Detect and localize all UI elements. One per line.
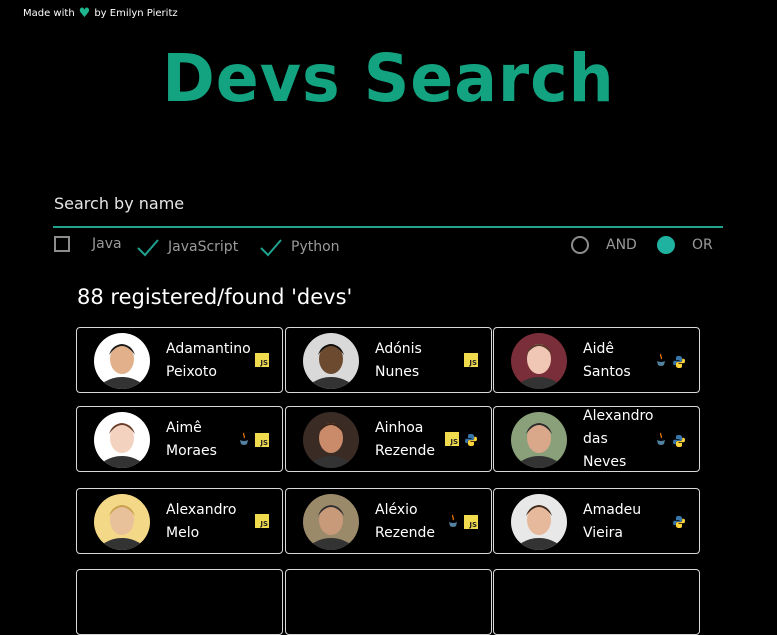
javascript-icon: JS — [464, 514, 478, 529]
dev-name-first: Alexandro — [583, 408, 654, 424]
javascript-icon: JS — [464, 353, 478, 367]
javascript-checkmark-icon[interactable] — [136, 236, 160, 258]
or-radio[interactable] — [657, 236, 675, 254]
dev-name-first: Ainhoa — [375, 420, 424, 436]
credit-prefix: Made with — [23, 8, 75, 19]
language-badges — [672, 514, 686, 528]
dev-name-last: Vieira — [583, 525, 623, 541]
language-badges: JS — [255, 353, 269, 367]
dev-card[interactable] — [285, 569, 492, 635]
dev-name: Amadeu Vieira — [583, 499, 641, 545]
dev-name: Ainhoa Rezende — [375, 417, 435, 463]
dev-card[interactable]: Aimê Moraes JS — [76, 406, 283, 472]
dev-name: Aimê Moraes — [166, 417, 217, 463]
dev-name-last: Rezende — [375, 525, 436, 541]
dev-name-first: Adamantino — [166, 341, 251, 357]
dev-name: Alexandro Melo — [166, 499, 236, 545]
heart-icon: ♥ — [78, 5, 91, 21]
credit-suffix: by Emilyn Pieritz — [94, 8, 178, 19]
java-checkbox[interactable] — [54, 236, 70, 252]
filters-bar: Java JavaScript Python AND OR — [54, 236, 714, 260]
language-badges — [655, 353, 686, 368]
dev-name: Aidê Santos — [583, 338, 631, 384]
javascript-icon: JS — [255, 514, 269, 528]
dev-card[interactable]: Adónis Nunes JS — [285, 327, 492, 393]
python-label: Python — [291, 239, 340, 255]
dev-name-last: Melo — [166, 525, 200, 541]
dev-name-mid: das — [583, 431, 608, 447]
mode-and[interactable]: AND — [571, 236, 637, 254]
avatar — [511, 494, 567, 550]
language-badges — [655, 432, 686, 447]
results-count: 88 registered/found 'devs' — [77, 285, 353, 309]
filter-javascript[interactable]: JavaScript — [136, 236, 238, 258]
java-label: Java — [92, 236, 122, 252]
dev-name-first: Aimê — [166, 420, 202, 436]
dev-name-last: Moraes — [166, 443, 217, 459]
page-title: Devs Search — [162, 40, 615, 117]
python-icon — [672, 514, 686, 528]
or-label: OR — [692, 237, 713, 253]
avatar — [94, 494, 150, 550]
dev-name-last: Neves — [583, 454, 627, 470]
javascript-icon: JS — [445, 432, 459, 446]
dev-name: Alexandro das Neves — [583, 405, 653, 474]
avatar — [511, 333, 567, 389]
language-badges: JS — [464, 353, 478, 367]
dev-card[interactable]: Alexandro Melo JS — [76, 488, 283, 554]
dev-card[interactable]: Adamantino Peixoto JS — [76, 327, 283, 393]
dev-name-first: Alexandro — [166, 502, 237, 518]
java-icon — [447, 514, 459, 529]
dev-name: Adamantino Peixoto — [166, 338, 251, 384]
and-label: AND — [606, 237, 637, 253]
java-icon — [655, 432, 667, 447]
javascript-icon: JS — [255, 353, 269, 367]
avatar — [303, 333, 359, 389]
avatar — [94, 412, 150, 468]
dev-name-first: Aléxio — [375, 502, 418, 518]
and-radio[interactable] — [571, 236, 589, 254]
language-badges: JS — [238, 432, 269, 447]
python-checkmark-icon[interactable] — [259, 236, 283, 258]
dev-card[interactable]: Aléxio Rezende JS — [285, 488, 492, 554]
avatar — [303, 412, 359, 468]
dev-name: Aléxio Rezende — [375, 499, 435, 545]
filter-python[interactable]: Python — [259, 236, 340, 258]
dev-card[interactable] — [493, 569, 700, 635]
python-icon — [464, 432, 478, 446]
credit-line: Made with ♥ by Emilyn Pieritz — [23, 5, 178, 21]
dev-card[interactable]: Aidê Santos — [493, 327, 700, 393]
dev-name-first: Adónis — [375, 341, 422, 357]
language-badges: JS — [445, 432, 478, 446]
java-icon — [238, 432, 250, 447]
search-field[interactable] — [53, 186, 724, 228]
java-icon — [655, 353, 667, 368]
python-icon — [672, 433, 686, 447]
dev-name-last: Nunes — [375, 364, 420, 380]
avatar — [303, 494, 359, 550]
python-icon — [672, 354, 686, 368]
dev-name: Adónis Nunes — [375, 338, 422, 384]
dev-name-last: Rezende — [375, 443, 436, 459]
javascript-icon: JS — [255, 432, 269, 447]
avatar — [94, 333, 150, 389]
mode-or[interactable]: OR — [657, 236, 713, 254]
javascript-label: JavaScript — [168, 239, 239, 255]
search-input[interactable] — [53, 186, 724, 220]
dev-card[interactable] — [76, 569, 283, 635]
language-badges: JS — [447, 514, 478, 529]
dev-name-last: Peixoto — [166, 364, 217, 380]
filter-java[interactable]: Java — [54, 236, 122, 252]
dev-name-last: Santos — [583, 364, 631, 380]
dev-card[interactable]: Ainhoa Rezende JS — [285, 406, 492, 472]
dev-card[interactable]: Amadeu Vieira — [493, 488, 700, 554]
dev-name-first: Aidê — [583, 341, 614, 357]
language-badges: JS — [255, 514, 269, 528]
dev-name-first: Amadeu — [583, 502, 642, 518]
dev-card[interactable]: Alexandro das Neves — [493, 406, 700, 472]
avatar — [511, 412, 567, 468]
